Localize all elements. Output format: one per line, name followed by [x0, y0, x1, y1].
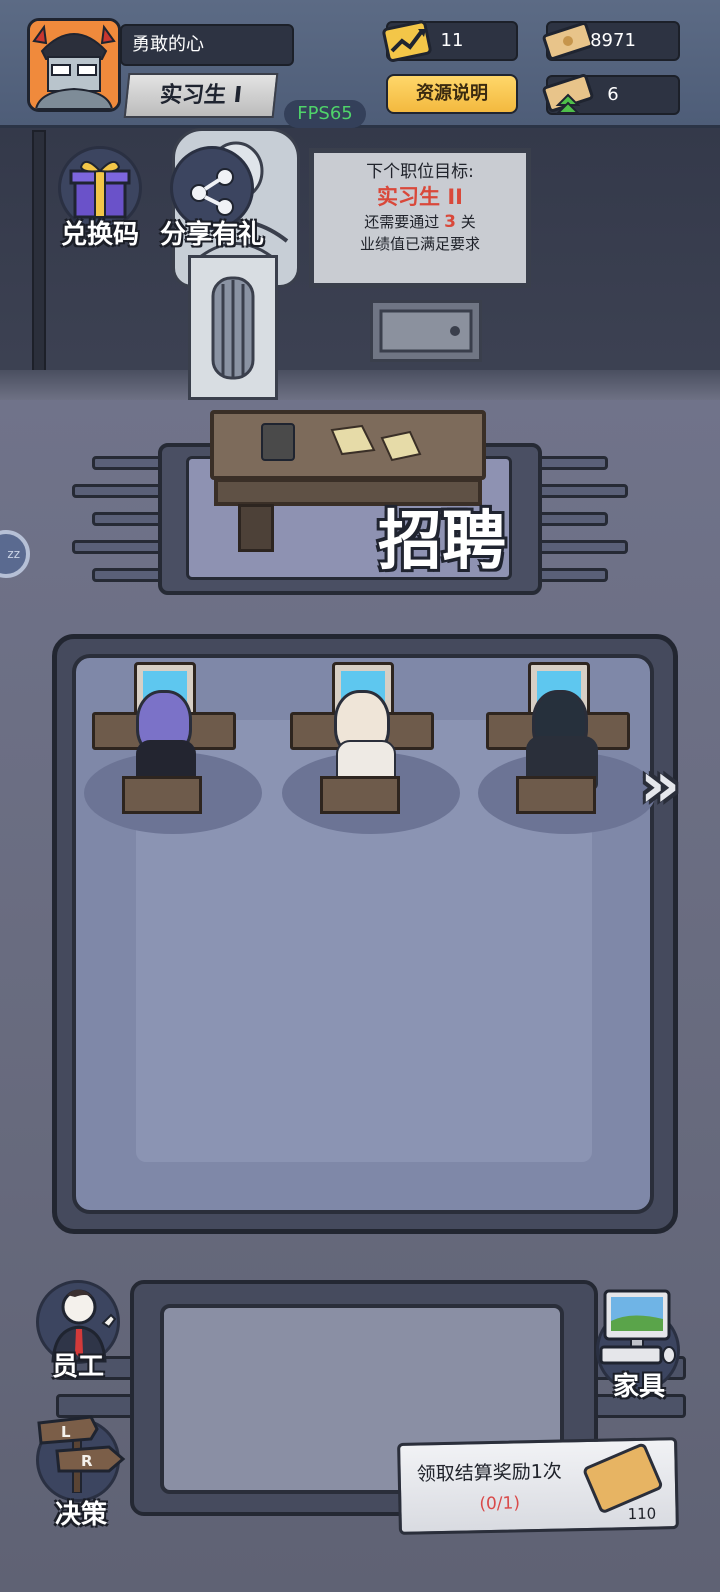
player-name: 勇敢的心: [120, 24, 294, 66]
board-levels-suffix: 关: [460, 213, 476, 231]
performance-value: 11: [440, 30, 464, 51]
player-avatar[interactable]: [27, 18, 121, 112]
cash-value: 8971: [590, 30, 636, 51]
vent-left-3: [92, 512, 162, 526]
sign-r: R: [81, 1452, 93, 1470]
vent-left-5: [92, 568, 162, 582]
vent-right-3: [538, 512, 608, 526]
share-label[interactable]: 分享有礼: [150, 214, 274, 251]
redeem-code-label[interactable]: 兑换码: [50, 214, 150, 251]
wall-safe: [370, 300, 482, 362]
player-rank: 实习生 I: [123, 73, 279, 118]
cash-boost-value: 6: [607, 84, 619, 105]
board-levels-count: 3: [444, 212, 456, 232]
decision-label[interactable]: 决策: [36, 1494, 126, 1531]
settlement-reward-card[interactable]: 领取结算奖励1次 (0/1) 110: [397, 1437, 679, 1535]
recruit-desk-leg: [238, 504, 274, 552]
vent-left-4: [72, 540, 162, 554]
reward-progress: (0/1): [479, 1493, 521, 1515]
computer-icon: [599, 1289, 676, 1365]
board-performance-note: 业绩值已满足要求: [359, 235, 480, 253]
recruit-label[interactable]: 招聘: [372, 490, 512, 582]
next-rank-board: 下个职位目标: 实习生 II 还需要通过 3 关 业绩值已满足要求: [309, 148, 531, 288]
workstation-chair: [320, 776, 400, 814]
statue-pillar: [188, 255, 278, 400]
signpost-icon: L R: [37, 1415, 126, 1494]
vent-right-1: [538, 456, 608, 470]
fps-counter: FPS65: [284, 100, 366, 128]
cash-boost-counter[interactable]: 6: [542, 74, 680, 115]
board-levels-prefix: 还需要通过: [364, 213, 440, 231]
workstation-chair: [516, 776, 596, 814]
vent-left-2: [72, 484, 162, 498]
furniture-label[interactable]: 家具: [596, 1366, 682, 1403]
vent-right-4: [538, 540, 628, 554]
resource-help-button[interactable]: 资源说明: [386, 74, 518, 114]
cash-counter[interactable]: 8971: [542, 21, 680, 61]
board-levels-line: 还需要通过 3 关: [314, 211, 526, 233]
wall-edge: [0, 370, 720, 400]
vent-right-2: [538, 484, 628, 498]
staff-label[interactable]: 员工: [36, 1346, 120, 1383]
wall-pipe: [32, 130, 46, 390]
vent-right-5: [538, 568, 608, 582]
vent-left-1: [92, 456, 162, 470]
board-heading: 下个职位目标:: [366, 162, 474, 182]
performance-counter[interactable]: 11: [382, 20, 518, 62]
idle-badge-text: zz: [7, 547, 20, 561]
recruit-desk: [210, 410, 486, 480]
sign-l: L: [61, 1423, 71, 1441]
reward-title: 领取结算奖励1次: [416, 1460, 563, 1486]
reward-amount: 110: [627, 1504, 657, 1524]
workstation-chair: [122, 776, 202, 814]
next-room-arrow-icon[interactable]: »: [640, 750, 704, 820]
board-next-rank: 实习生 II: [377, 185, 463, 209]
decision-button[interactable]: L R: [36, 1415, 126, 1502]
